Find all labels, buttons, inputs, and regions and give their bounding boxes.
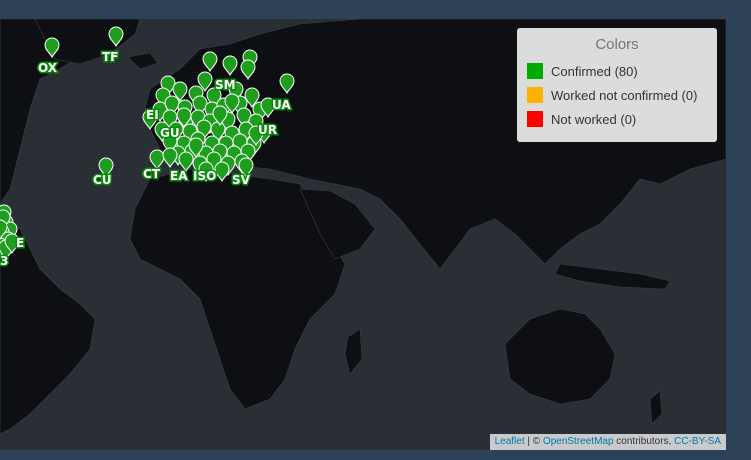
legend: Colors Confirmed (80) Worked not confirm… <box>517 28 717 142</box>
legend-item-confirmed: Confirmed (80) <box>527 59 707 83</box>
license-link[interactable]: CC-BY-SA <box>674 436 721 447</box>
marker-label-ua: UA <box>272 98 291 112</box>
legend-label: Confirmed (80) <box>551 63 638 79</box>
attribution-contributors: contributors, <box>613 436 675 447</box>
marker-label-tf: TF <box>102 50 118 64</box>
legend-item-not-worked: Not worked (0) <box>527 107 707 131</box>
leaflet-link[interactable]: Leaflet <box>495 436 525 447</box>
attribution-sep: | © <box>524 436 543 447</box>
map-attribution: Leaflet | © OpenStreetMap contributors, … <box>489 434 726 450</box>
marker-label-ei: EI <box>146 108 159 122</box>
osm-link[interactable]: OpenStreetMap <box>543 436 614 447</box>
marker-label-iso: ISO <box>193 169 216 183</box>
legend-swatch-orange <box>527 87 543 103</box>
legend-swatch-red <box>527 111 543 127</box>
legend-label: Worked not confirmed (0) <box>551 87 698 103</box>
marker-label-ea: EA <box>170 169 188 183</box>
legend-swatch-green <box>527 63 543 79</box>
map-container[interactable]: OX TF SM UA EI GU UR CU CT EA ISO SV E 3… <box>0 19 726 450</box>
marker-label-ur: UR <box>258 123 277 137</box>
marker-label-e: E <box>16 236 24 250</box>
marker-label-gu: GU <box>160 126 180 140</box>
legend-label: Not worked (0) <box>551 111 637 127</box>
marker-label-ox: OX <box>38 61 58 75</box>
marker-label-sm: SM <box>215 78 236 92</box>
legend-item-worked-not-confirmed: Worked not confirmed (0) <box>527 83 707 107</box>
marker-label-3: 3 <box>0 254 8 268</box>
legend-title: Colors <box>595 36 639 53</box>
marker-label-ct: CT <box>143 167 161 181</box>
marker-label-cu: CU <box>93 173 112 187</box>
marker-label-sv: SV <box>232 173 251 187</box>
